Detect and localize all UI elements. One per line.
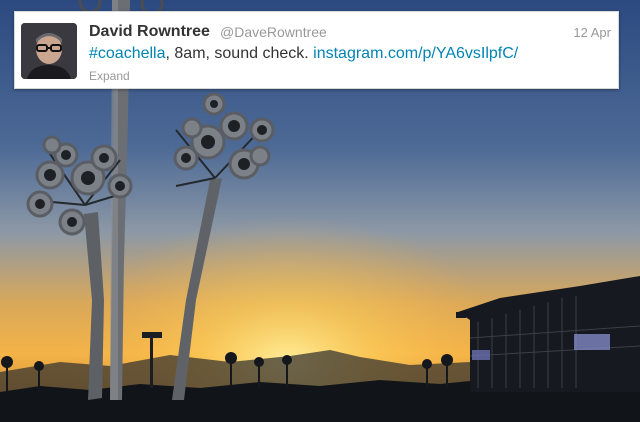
hashtag-link[interactable]: #coachella	[89, 45, 166, 62]
tweet-card: David Rowntree @DaveRowntree 12 Apr #coa…	[14, 11, 619, 89]
tweet-body-text: , 8am, sound check.	[165, 45, 314, 62]
avatar[interactable]	[21, 23, 77, 79]
user-photo-icon	[21, 23, 77, 79]
tweet-timestamp[interactable]: 12 Apr	[573, 25, 611, 40]
expand-link[interactable]: Expand	[89, 69, 130, 83]
tweet-text: #coachella, 8am, sound check. instagram.…	[89, 45, 518, 63]
display-name[interactable]: David Rowntree	[89, 23, 210, 41]
instagram-link[interactable]: instagram.com/p/YA6vsIlpfC/	[313, 45, 518, 62]
user-handle[interactable]: @DaveRowntree	[220, 24, 327, 40]
